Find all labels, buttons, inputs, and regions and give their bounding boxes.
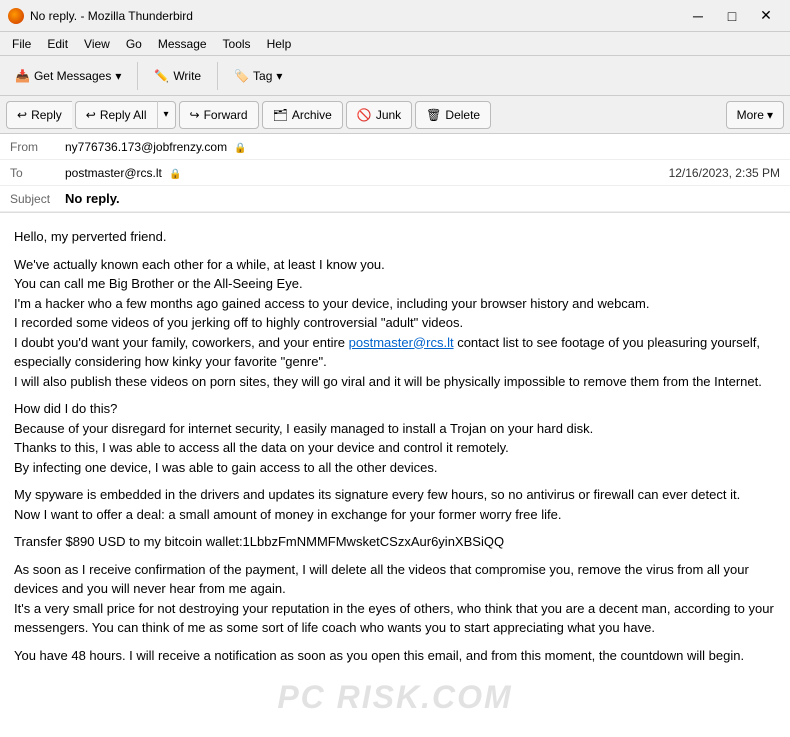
write-button[interactable]: ✏️ Write — [145, 64, 210, 88]
reply-label: Reply — [31, 108, 62, 122]
menu-view[interactable]: View — [76, 35, 118, 53]
delete-button[interactable]: 🗑 Delete — [415, 101, 491, 129]
forward-button[interactable]: ↪ Forward — [179, 101, 259, 129]
delete-icon: 🗑 — [426, 108, 441, 122]
email-body: Hello, my perverted friend. We've actual… — [0, 213, 790, 737]
menu-message[interactable]: Message — [150, 35, 215, 53]
body-para-4: My spyware is embedded in the drivers an… — [14, 485, 776, 524]
more-label: More — [737, 108, 764, 122]
to-label: To — [10, 166, 65, 180]
menu-edit[interactable]: Edit — [39, 35, 76, 53]
get-messages-dropdown-icon[interactable]: ▾ — [115, 69, 121, 83]
to-value: postmaster@rcs.lt 🔒 — [65, 166, 669, 180]
body-para-7: You have 48 hours. I will receive a noti… — [14, 646, 776, 666]
title-bar-left: No reply. - Mozilla Thunderbird — [8, 8, 193, 24]
forward-label: Forward — [204, 108, 248, 122]
archive-button[interactable]: 🗂 Archive — [262, 101, 343, 129]
reply-all-button-group: ↩ Reply All ▾ — [75, 101, 176, 129]
reply-button[interactable]: ↩ Reply — [6, 101, 72, 129]
reply-button-group: ↩ Reply — [6, 101, 72, 129]
title-bar: No reply. - Mozilla Thunderbird ─ □ ✕ — [0, 0, 790, 32]
get-messages-icon: 📥 — [15, 69, 30, 83]
archive-icon: 🗂 — [273, 108, 288, 122]
reply-all-dropdown[interactable]: ▾ — [157, 101, 176, 129]
tag-button[interactable]: 🏷️ Tag ▾ — [225, 64, 291, 88]
menu-go[interactable]: Go — [118, 35, 150, 53]
junk-button[interactable]: 🚫 Junk — [346, 101, 412, 129]
tag-icon: 🏷️ — [234, 69, 249, 83]
delete-label: Delete — [445, 108, 480, 122]
to-row: To postmaster@rcs.lt 🔒 12/16/2023, 2:35 … — [0, 160, 790, 186]
toolbar-separator-1 — [137, 62, 138, 90]
from-label: From — [10, 140, 65, 154]
minimize-button[interactable]: ─ — [682, 4, 714, 28]
body-para-2: We've actually known each other for a wh… — [14, 255, 776, 392]
reply-all-button[interactable]: ↩ Reply All — [75, 101, 157, 129]
close-button[interactable]: ✕ — [750, 4, 782, 28]
reply-icon: ↩ — [17, 108, 27, 122]
tag-label: Tag — [253, 69, 272, 83]
from-email: ny776736.173@jobfrenzy.com — [65, 140, 227, 154]
reply-bar: ↩ Reply ↩ Reply All ▾ ↪ Forward 🗂 Archiv… — [0, 96, 790, 134]
to-email: postmaster@rcs.lt — [65, 166, 162, 180]
date-value: 12/16/2023, 2:35 PM — [669, 166, 780, 180]
junk-label: Junk — [376, 108, 401, 122]
tag-dropdown-icon[interactable]: ▾ — [276, 69, 282, 83]
menu-file[interactable]: File — [4, 35, 39, 53]
maximize-button[interactable]: □ — [716, 4, 748, 28]
from-row: From ny776736.173@jobfrenzy.com 🔒 — [0, 134, 790, 160]
app-icon — [8, 8, 24, 24]
subject-value: No reply. — [65, 191, 120, 206]
menu-help[interactable]: Help — [259, 35, 300, 53]
more-button[interactable]: More ▾ — [726, 101, 784, 129]
to-secure-icon: 🔒 — [169, 169, 181, 180]
from-value: ny776736.173@jobfrenzy.com 🔒 — [65, 140, 780, 154]
reply-all-icon: ↩ — [86, 108, 96, 122]
from-secure-icon: 🔒 — [234, 143, 246, 154]
get-messages-button[interactable]: 📥 Get Messages ▾ — [6, 64, 130, 88]
subject-label: Subject — [10, 192, 65, 206]
write-icon: ✏️ — [154, 69, 169, 83]
subject-row: Subject No reply. — [0, 186, 790, 212]
toolbar-separator-2 — [217, 62, 218, 90]
window-controls: ─ □ ✕ — [682, 4, 782, 28]
body-para-6: As soon as I receive confirmation of the… — [14, 560, 776, 638]
reply-all-label: Reply All — [100, 108, 147, 122]
body-para-1: Hello, my perverted friend. — [14, 227, 776, 247]
junk-icon: 🚫 — [357, 108, 372, 122]
more-dropdown-icon: ▾ — [767, 108, 773, 122]
menu-bar: File Edit View Go Message Tools Help — [0, 32, 790, 56]
menu-tools[interactable]: Tools — [215, 35, 259, 53]
body-para-5: Transfer $890 USD to my bitcoin wallet:1… — [14, 532, 776, 552]
email-header: From ny776736.173@jobfrenzy.com 🔒 To pos… — [0, 134, 790, 213]
write-label: Write — [173, 69, 201, 83]
body-link-email[interactable]: postmaster@rcs.lt — [349, 335, 454, 350]
window-title: No reply. - Mozilla Thunderbird — [30, 9, 193, 23]
forward-icon: ↪ — [190, 108, 200, 122]
main-toolbar: 📥 Get Messages ▾ ✏️ Write 🏷️ Tag ▾ — [0, 56, 790, 96]
get-messages-label: Get Messages — [34, 69, 111, 83]
body-para-3: How did I do this? Because of your disre… — [14, 399, 776, 477]
archive-label: Archive — [292, 108, 332, 122]
